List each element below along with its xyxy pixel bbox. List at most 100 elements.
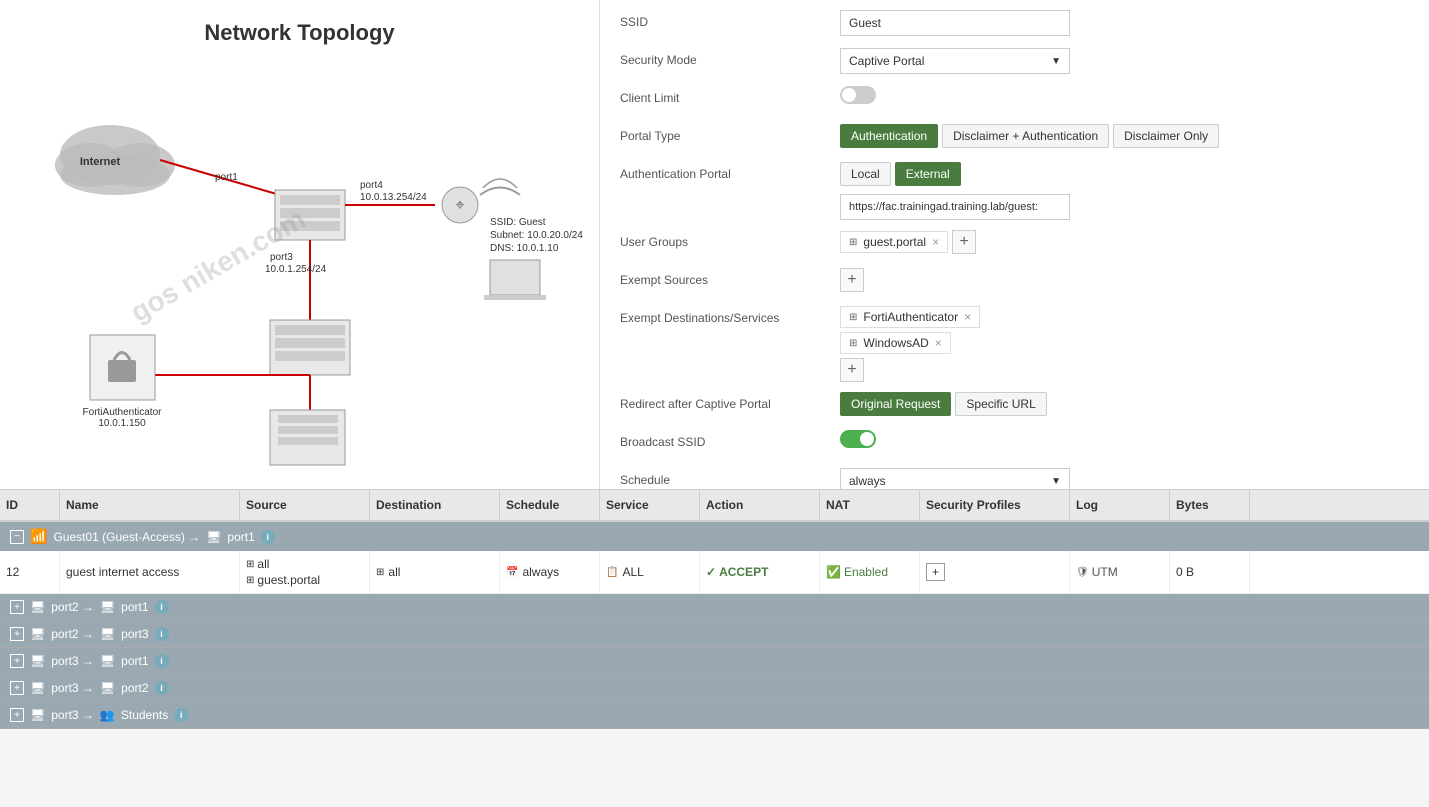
group-port2-port3-info[interactable]: i — [155, 627, 169, 641]
windowsad-remove-btn[interactable]: × — [935, 336, 942, 350]
svg-text:10.0.13.254/24: 10.0.13.254/24 — [360, 192, 427, 203]
port3-port1-dest-icon: 🖥 — [100, 654, 115, 668]
security-mode-dropdown[interactable]: Captive Portal ▼ — [840, 48, 1070, 74]
right-panel: SSID Security Mode Captive Portal ▼ Clie… — [600, 0, 1429, 489]
security-mode-label: Security Mode — [620, 48, 840, 67]
dest-label: all — [388, 565, 400, 579]
td-action: ✓ ACCEPT — [700, 551, 820, 593]
toggle-knob — [842, 88, 856, 102]
auth-portal-external-btn[interactable]: External — [895, 162, 961, 186]
exempt-dest-add-btn[interactable]: + — [840, 358, 864, 382]
redirect-specific-url-btn[interactable]: Specific URL — [955, 392, 1046, 416]
td-destination: ⊞ all — [370, 551, 500, 593]
port2-port3-dest: port3 — [121, 627, 148, 641]
td-security-profiles[interactable]: + — [920, 551, 1070, 593]
user-group-tag-row: ⊞ guest.portal × + — [840, 230, 976, 254]
svg-text:DNS: 10.0.1.10: DNS: 10.0.1.10 — [490, 243, 559, 254]
td-service: 📋 ALL — [600, 551, 700, 593]
group-port3-port1[interactable]: + 🖥 port3 → 🖥 port1 i — [0, 648, 1429, 675]
group-guest01[interactable]: − 📶 Guest01 (Guest-Access) → 🖥 port1 i — [0, 522, 1429, 551]
source-all: ⊞ all — [246, 557, 320, 571]
portal-type-disclaimer-auth-btn[interactable]: Disclaimer + Authentication — [942, 124, 1109, 148]
accept-check: ✓ — [706, 565, 716, 579]
redirect-original-btn[interactable]: Original Request — [840, 392, 951, 416]
security-mode-value: Captive Portal ▼ — [840, 48, 1409, 74]
group-port2-port1-expand[interactable]: + — [10, 600, 24, 614]
group-port3-port2-info[interactable]: i — [155, 681, 169, 695]
security-mode-selected: Captive Portal — [849, 54, 924, 68]
port3-port1-icon: 🖥 — [30, 654, 45, 668]
port3-port2-dest: port2 — [121, 681, 148, 695]
sched-label: always — [522, 565, 559, 579]
auth-portal-label: Authentication Portal — [620, 162, 840, 181]
exempt-dest-value: ⊞ FortiAuthenticator × ⊞ WindowsAD × — [840, 306, 1409, 382]
source-guest-portal: ⊞ guest.portal — [246, 573, 320, 587]
schedule-row: Schedule always ▼ — [620, 468, 1409, 489]
portal-type-buttons: Authentication Disclaimer + Authenticati… — [840, 124, 1409, 148]
col-source: Source — [240, 490, 370, 520]
col-bytes: Bytes — [1170, 490, 1250, 520]
group-guest01-expand[interactable]: − — [10, 530, 24, 544]
portal-type-disclaimer-only-btn[interactable]: Disclaimer Only — [1113, 124, 1219, 148]
group-port3-port2[interactable]: + 🖥 port3 → 🖥 port2 i — [0, 675, 1429, 702]
svg-text:port3: port3 — [270, 252, 293, 263]
service-icon: 📋 — [606, 567, 618, 578]
user-group-remove-btn[interactable]: × — [932, 235, 939, 249]
col-schedule: Schedule — [500, 490, 600, 520]
group-port3-port2-expand[interactable]: + — [10, 681, 24, 695]
client-limit-value — [840, 86, 1409, 104]
sched-icon: 📅 — [506, 567, 518, 578]
portal-type-authentication-btn[interactable]: Authentication — [840, 124, 938, 148]
main-container: Network Topology Internet port1 port4 10 — [0, 0, 1429, 807]
group-guest01-info[interactable]: i — [261, 530, 275, 544]
port3-students-dest-icon: 👥 — [100, 708, 115, 722]
broadcast-ssid-toggle[interactable] — [840, 430, 876, 448]
accept-label: ACCEPT — [719, 565, 768, 579]
auth-portal-local-btn[interactable]: Local — [840, 162, 891, 186]
user-group-tag-guest-portal: ⊞ guest.portal × — [840, 231, 948, 253]
user-groups-value: ⊞ guest.portal × + — [840, 230, 1409, 254]
exempt-sources-label: Exempt Sources — [620, 268, 840, 287]
group-port3-students[interactable]: + 🖥 port3 → 👥 Students i — [0, 702, 1429, 729]
ssid-input[interactable] — [840, 10, 1070, 36]
bottom-section: ID Name Source Destination Schedule Serv… — [0, 490, 1429, 807]
td-source: ⊞ all ⊞ guest.portal — [240, 551, 370, 593]
windowsad-icon: ⊞ — [849, 338, 857, 349]
exempt-sources-value: + — [840, 268, 1409, 292]
log-icon: 🛡 — [1076, 567, 1089, 578]
group-port3-port1-info[interactable]: i — [155, 654, 169, 668]
forti-auth-icon: ⊞ — [849, 312, 857, 323]
plus-icon[interactable]: + — [926, 563, 945, 581]
group-port3-port1-expand[interactable]: + — [10, 654, 24, 668]
group-port2-port3-expand[interactable]: + — [10, 627, 24, 641]
group-port2-port1[interactable]: + 🖥 port2 → 🖥 port1 i — [0, 594, 1429, 621]
ssid-value-container — [840, 10, 1409, 36]
security-mode-row: Security Mode Captive Portal ▼ — [620, 48, 1409, 76]
svg-text:Internet: Internet — [80, 156, 121, 168]
client-limit-toggle[interactable] — [840, 86, 876, 104]
schedule-selected: always — [849, 474, 886, 488]
exempt-sources-add-btn[interactable]: + — [840, 268, 864, 292]
portal-type-label: Portal Type — [620, 124, 840, 143]
source-guest-label: guest.portal — [257, 573, 320, 587]
group-port3-students-expand[interactable]: + — [10, 708, 24, 722]
user-groups-label: User Groups — [620, 230, 840, 249]
exempt-dest-tag-row-2: ⊞ WindowsAD × — [840, 332, 980, 354]
schedule-dropdown[interactable]: always ▼ — [840, 468, 1070, 489]
table-row: 12 guest internet access ⊞ all ⊞ guest.p… — [0, 551, 1429, 594]
dest-icon: ⊞ — [376, 567, 384, 578]
port2-port1-dest: port1 — [121, 600, 148, 614]
client-limit-row: Client Limit — [620, 86, 1409, 114]
user-groups-add-btn[interactable]: + — [952, 230, 976, 254]
forti-auth-remove-btn[interactable]: × — [964, 310, 971, 324]
group-port2-port1-info[interactable]: i — [155, 600, 169, 614]
group-port3-students-info[interactable]: i — [174, 708, 188, 722]
exempt-dest-tag-row-1: ⊞ FortiAuthenticator × — [840, 306, 980, 328]
td-nat: ✅ Enabled — [820, 551, 920, 593]
table-header: ID Name Source Destination Schedule Serv… — [0, 490, 1429, 522]
auth-portal-url-input[interactable] — [840, 194, 1070, 220]
group-port2-port3[interactable]: + 🖥 port2 → 🖥 port3 i — [0, 621, 1429, 648]
source-multi: ⊞ all ⊞ guest.portal — [246, 557, 320, 587]
group-guest01-port-icon: 🖥 — [206, 530, 221, 544]
exempt-dest-tags: ⊞ FortiAuthenticator × ⊞ WindowsAD × — [840, 306, 980, 382]
